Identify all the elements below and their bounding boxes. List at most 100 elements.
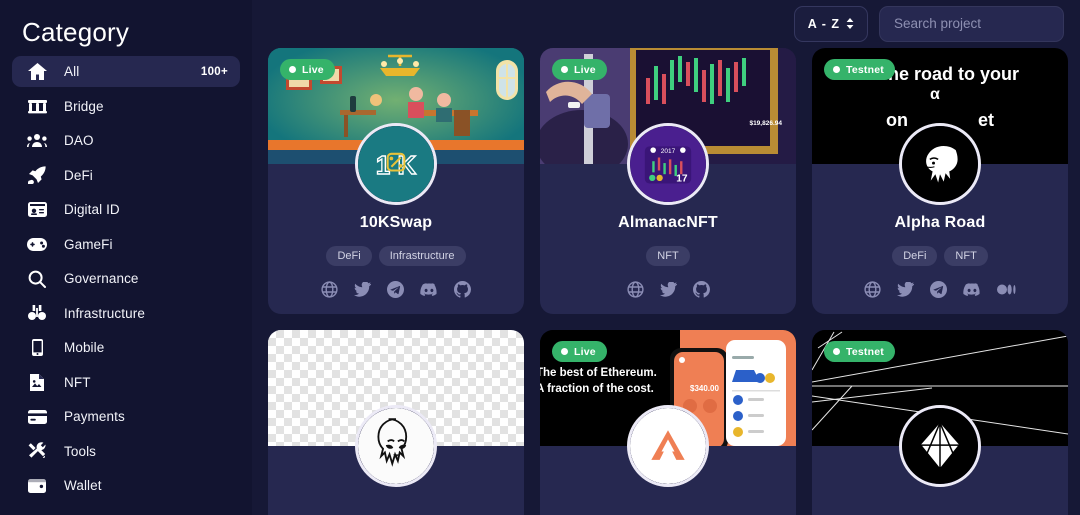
github-icon[interactable] <box>454 281 471 298</box>
sidebar-item-count: 100+ <box>200 65 228 78</box>
app-root: Category All 100+ Bridge DAO DeFi Digital ID G… <box>0 0 1080 515</box>
status-dot-icon <box>561 66 568 73</box>
banner-line-3: et <box>978 110 995 130</box>
sidebar-item-nft[interactable]: NFT <box>12 367 240 398</box>
project-tag[interactable]: DeFi <box>892 246 938 266</box>
sidebar-item-all[interactable]: All 100+ <box>12 56 240 87</box>
wallet-icon <box>26 476 48 496</box>
telegram-icon[interactable] <box>930 281 947 298</box>
project-name: Alpha Road <box>894 214 986 231</box>
project-tags: DeFi NFT <box>892 246 988 266</box>
sidebar-item-mobile[interactable]: Mobile <box>12 332 240 363</box>
sidebar-item-label: DeFi <box>64 167 93 183</box>
twitter-icon[interactable] <box>354 282 371 297</box>
banner-price: $340.00 <box>690 384 719 393</box>
main-content: A - Z Search project Live 1 K 10KSwap De… <box>252 0 1080 515</box>
project-name: 10KSwap <box>359 214 433 231</box>
status-badge: Testnet <box>824 341 895 362</box>
twitter-icon[interactable] <box>897 282 914 297</box>
status-dot-icon <box>289 66 296 73</box>
page-title: Category <box>22 17 130 47</box>
sidebar-item-bridge[interactable]: Bridge <box>12 91 240 122</box>
mobile-phone-icon <box>26 338 48 358</box>
image-file-icon <box>26 372 48 392</box>
svg-text:1 K: 1 K <box>376 152 417 180</box>
telegram-icon[interactable] <box>387 281 404 298</box>
project-card[interactable]: he road to your α on et Testnet Alpha Ro… <box>812 48 1068 314</box>
sidebar-item-label: Payments <box>64 409 125 424</box>
twitter-icon[interactable] <box>659 282 677 297</box>
project-socials <box>626 281 710 298</box>
search-box[interactable] <box>879 5 1064 42</box>
banner-line-1: The best of Ethereum. <box>540 367 657 379</box>
sidebar-item-label: Wallet <box>64 478 102 493</box>
project-logo <box>899 405 981 487</box>
sidebar: Category All 100+ Bridge DAO DeFi Digital ID G… <box>0 0 252 515</box>
project-tag[interactable]: NFT <box>646 246 690 266</box>
project-tags: DeFi Infrastructure <box>326 246 466 266</box>
project-card[interactable]: Live 1 K 10KSwap DeFi Infrastructure <box>268 48 524 314</box>
tools-icon <box>26 441 48 461</box>
project-name: AlmanacNFT <box>618 214 718 231</box>
banner-line-2: on <box>886 110 908 130</box>
project-logo <box>355 405 437 487</box>
up-down-arrows-icon <box>846 18 854 29</box>
status-dot-icon <box>833 348 840 355</box>
sidebar-item-label: GameFi <box>64 236 113 252</box>
status-label: Live <box>574 63 596 76</box>
project-card[interactable] <box>268 330 524 515</box>
sidebar-item-wallet[interactable]: Wallet <box>12 470 240 501</box>
sidebar-item-gamefi[interactable]: GameFi <box>12 229 240 260</box>
dao-people-icon <box>26 131 48 151</box>
project-tags: NFT <box>646 246 690 266</box>
status-badge: Live <box>552 59 607 80</box>
bridge-icon <box>26 96 48 116</box>
project-logo <box>627 405 709 487</box>
sidebar-item-label: All <box>64 64 80 79</box>
credit-card-icon <box>26 407 48 427</box>
project-grid: Live 1 K 10KSwap DeFi Infrastructure $19… <box>252 47 1080 515</box>
status-label: Live <box>574 345 596 358</box>
status-label: Live <box>302 63 324 76</box>
status-label: Testnet <box>846 345 884 358</box>
sort-label: A - Z <box>807 16 840 31</box>
sidebar-item-label: NFT <box>64 374 91 390</box>
sidebar-item-digital-id[interactable]: Digital ID <box>12 194 240 225</box>
project-tag[interactable]: NFT <box>944 246 988 266</box>
project-card[interactable]: $19,826.94 Live 2017 17 AlmanacNFT NFT <box>540 48 796 314</box>
sidebar-item-label: Tools <box>64 443 97 459</box>
medium-icon[interactable] <box>997 283 1016 296</box>
sidebar-item-label: Governance <box>64 271 139 286</box>
sidebar-item-dao[interactable]: DAO <box>12 125 240 156</box>
search-input[interactable] <box>894 16 1049 31</box>
project-socials <box>321 281 471 298</box>
status-label: Testnet <box>846 63 884 76</box>
binoculars-icon <box>26 303 48 323</box>
project-tag[interactable]: DeFi <box>326 246 372 266</box>
github-icon[interactable] <box>692 281 710 298</box>
sort-button[interactable]: A - Z <box>793 5 868 42</box>
sidebar-item-label: Digital ID <box>64 202 120 217</box>
project-tag[interactable]: Infrastructure <box>378 246 466 266</box>
project-card[interactable]: Testnet <box>812 330 1068 515</box>
status-badge: Live <box>280 59 335 80</box>
sidebar-item-label: DAO <box>64 133 94 148</box>
sidebar-item-infrastructure[interactable]: Infrastructure <box>12 298 240 329</box>
toolbar: A - Z <box>252 0 1080 47</box>
globe-icon[interactable] <box>864 281 881 298</box>
sidebar-item-governance[interactable]: Governance <box>12 263 240 294</box>
sidebar-item-defi[interactable]: DeFi <box>12 160 240 191</box>
sidebar-item-tools[interactable]: Tools <box>12 436 240 467</box>
banner-alpha-symbol: α <box>930 86 940 103</box>
banner-line-2: A fraction of the cost. <box>540 383 654 395</box>
svg-text:2017: 2017 <box>661 148 676 155</box>
discord-icon[interactable] <box>420 282 438 297</box>
svg-text:17: 17 <box>676 174 688 185</box>
globe-icon[interactable] <box>626 281 644 298</box>
discord-icon[interactable] <box>963 282 981 297</box>
sidebar-item-payments[interactable]: Payments <box>12 401 240 432</box>
globe-icon[interactable] <box>321 281 338 298</box>
project-card[interactable]: The best of Ethereum. A fraction of the … <box>540 330 796 515</box>
status-badge: Live <box>552 341 607 362</box>
banner-price: $19,826.94 <box>749 120 782 127</box>
